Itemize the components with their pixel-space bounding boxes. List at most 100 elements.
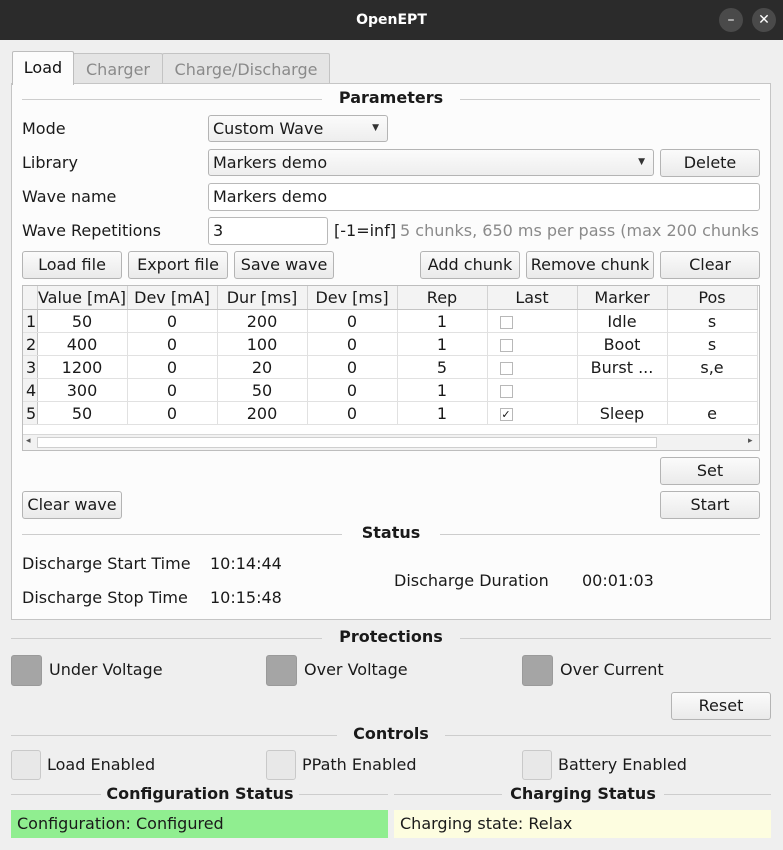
dur-cell[interactable]: 200 (217, 401, 308, 425)
pos-cell[interactable]: s (667, 332, 758, 356)
row-number: 5 (23, 401, 38, 425)
last-checkbox[interactable]: ✓ (499, 407, 513, 421)
under-voltage-label: Under Voltage (49, 660, 163, 679)
column-header[interactable]: Last (487, 286, 578, 310)
controls-rule-right (445, 735, 771, 736)
column-header[interactable]: Marker (577, 286, 668, 310)
dev-ms-cell[interactable]: 0 (307, 401, 398, 425)
value-cell[interactable]: 50 (37, 401, 128, 425)
dev-ms-cell[interactable]: 0 (307, 355, 398, 379)
dev-ma-cell[interactable]: 0 (127, 332, 218, 356)
column-header[interactable]: Dev [mA] (127, 286, 218, 310)
rep-cell[interactable]: 1 (397, 378, 488, 402)
marker-cell[interactable]: Idle (577, 309, 668, 333)
parameters-title: Parameters (338, 88, 444, 107)
table-row[interactable]: 3 1200 0 20 0 5 Burst ... s,e (23, 355, 758, 379)
value-cell[interactable]: 400 (37, 332, 128, 356)
scrollbar-thumb[interactable] (37, 437, 657, 448)
clear-button[interactable]: Clear (660, 251, 760, 279)
library-value: Markers demo (213, 153, 328, 172)
under-voltage-indicator (11, 655, 42, 686)
chunk-info: 5 chunks, 650 ms per pass (max 200 chunk… (400, 221, 759, 240)
dev-ma-cell[interactable]: 0 (127, 309, 218, 333)
marker-cell[interactable]: Sleep (577, 401, 668, 425)
pos-cell[interactable] (667, 378, 758, 402)
dur-cell[interactable]: 50 (217, 378, 308, 402)
rep-cell[interactable]: 5 (397, 355, 488, 379)
remove-chunk-button[interactable]: Remove chunk (526, 251, 654, 279)
table-horizontal-scrollbar[interactable]: ◂ ▸ (23, 434, 759, 450)
dur-cell[interactable]: 100 (217, 332, 308, 356)
value-cell[interactable]: 1200 (37, 355, 128, 379)
chunk-table[interactable]: Value [mA] Dev [mA] Dur [ms] Dev [ms] Re… (22, 285, 760, 451)
set-button[interactable]: Set (660, 457, 760, 485)
dur-cell[interactable]: 20 (217, 355, 308, 379)
tab-charger[interactable]: Charger (73, 53, 163, 85)
export-file-button[interactable]: Export file (128, 251, 228, 279)
table-row[interactable]: 2 400 0 100 0 1 Boot s (23, 332, 758, 356)
column-header[interactable]: Pos (667, 286, 758, 310)
window-title: OpenEPT (356, 12, 427, 28)
over-current-label: Over Current (560, 660, 664, 679)
last-checkbox[interactable] (499, 338, 513, 352)
last-checkbox[interactable] (499, 315, 513, 329)
rep-cell[interactable]: 1 (397, 401, 488, 425)
load-enabled-checkbox[interactable] (11, 750, 41, 780)
chevron-down-icon: ▼ (372, 123, 379, 133)
status-title: Status (361, 523, 421, 542)
marker-cell[interactable] (577, 378, 668, 402)
marker-cell[interactable]: Burst ... (577, 355, 668, 379)
wave-name-input[interactable]: Markers demo (208, 183, 760, 211)
add-chunk-button[interactable]: Add chunk (420, 251, 520, 279)
library-label: Library (22, 153, 78, 172)
value-cell[interactable]: 300 (37, 378, 128, 402)
pos-cell[interactable]: e (667, 401, 758, 425)
value-cell[interactable]: 50 (37, 309, 128, 333)
last-checkbox[interactable] (499, 384, 513, 398)
delete-button[interactable]: Delete (660, 149, 760, 177)
tab-load[interactable]: Load (12, 51, 74, 85)
charging-rule-right (664, 794, 771, 795)
column-header[interactable]: Dev [ms] (307, 286, 398, 310)
discharge-start-label: Discharge Start Time (22, 554, 191, 573)
table-row[interactable]: 1 50 0 200 0 1 Idle s (23, 309, 758, 333)
dev-ms-cell[interactable]: 0 (307, 309, 398, 333)
tab-charge-discharge[interactable]: Charge/Discharge (162, 53, 330, 85)
dev-ms-cell[interactable]: 0 (307, 332, 398, 356)
reset-button[interactable]: Reset (671, 692, 771, 720)
battery-enabled-label: Battery Enabled (558, 755, 687, 774)
save-wave-button[interactable]: Save wave (234, 251, 334, 279)
scroll-left-icon[interactable]: ◂ (26, 436, 31, 446)
table-row[interactable]: 5 50 0 200 0 1 ✓ Sleep e (23, 401, 758, 425)
ppath-enabled-label: PPath Enabled (302, 755, 417, 774)
mode-select[interactable]: Custom Wave ▼ (208, 115, 388, 142)
minimize-button[interactable]: – (719, 8, 743, 32)
start-button[interactable]: Start (660, 491, 760, 519)
column-header[interactable]: Dur [ms] (217, 286, 308, 310)
wave-repetitions-input[interactable]: 3 (208, 217, 328, 245)
dev-ma-cell[interactable]: 0 (127, 378, 218, 402)
table-row[interactable]: 4 300 0 50 0 1 (23, 378, 758, 402)
battery-enabled-checkbox[interactable] (522, 750, 552, 780)
rep-cell[interactable]: 1 (397, 309, 488, 333)
column-header[interactable]: Value [mA] (37, 286, 128, 310)
clear-wave-button[interactable]: Clear wave (22, 491, 122, 519)
rep-cell[interactable]: 1 (397, 332, 488, 356)
dev-ms-cell[interactable]: 0 (307, 378, 398, 402)
close-button[interactable]: ✕ (752, 8, 776, 32)
dev-ma-cell[interactable]: 0 (127, 401, 218, 425)
pos-cell[interactable]: s,e (667, 355, 758, 379)
dev-ma-cell[interactable]: 0 (127, 355, 218, 379)
load-file-button[interactable]: Load file (22, 251, 122, 279)
dur-cell[interactable]: 200 (217, 309, 308, 333)
pos-cell[interactable]: s (667, 309, 758, 333)
library-select[interactable]: Markers demo ▼ (208, 149, 654, 176)
ppath-enabled-checkbox[interactable] (266, 750, 296, 780)
marker-cell[interactable]: Boot (577, 332, 668, 356)
scroll-right-icon[interactable]: ▸ (748, 436, 753, 446)
row-number-header (23, 286, 38, 310)
last-cell: ✓ (487, 401, 578, 425)
column-header[interactable]: Rep (397, 286, 488, 310)
protections-rule-right (460, 638, 771, 639)
last-checkbox[interactable] (499, 361, 513, 375)
